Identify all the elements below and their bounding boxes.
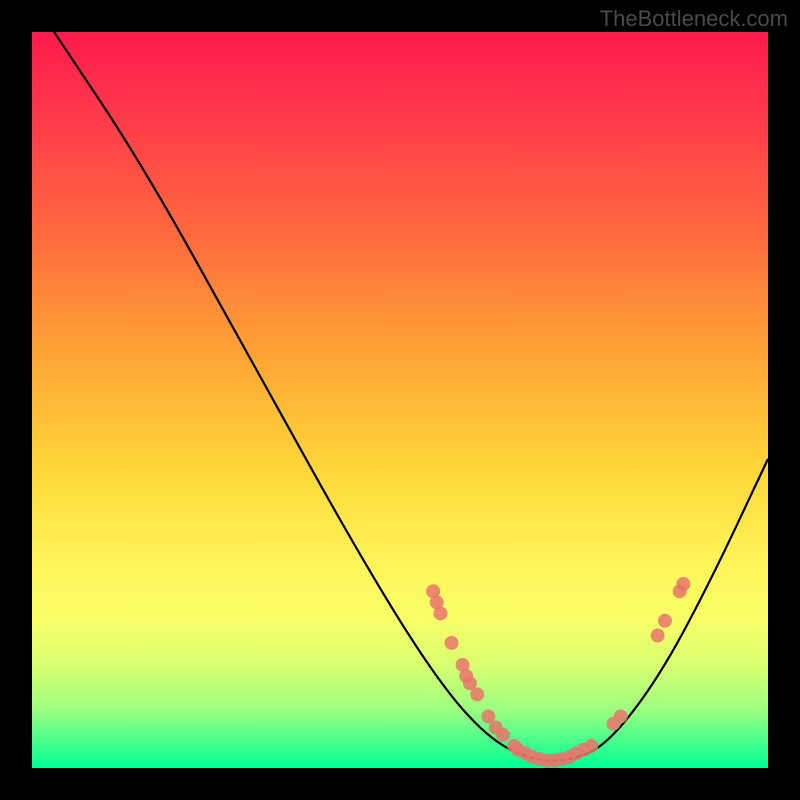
data-dot <box>676 577 690 591</box>
data-dots-group <box>426 577 690 768</box>
data-dot <box>651 629 665 643</box>
chart-plot-area <box>32 32 768 768</box>
bottleneck-curve <box>54 32 768 761</box>
data-dot <box>433 606 447 620</box>
data-dot <box>614 709 628 723</box>
data-dot <box>584 739 598 753</box>
data-dot <box>470 687 484 701</box>
data-dot <box>445 636 459 650</box>
data-dot <box>658 614 672 628</box>
chart-svg <box>32 32 768 768</box>
data-dot <box>496 728 510 742</box>
watermark-text: TheBottleneck.com <box>600 6 788 32</box>
